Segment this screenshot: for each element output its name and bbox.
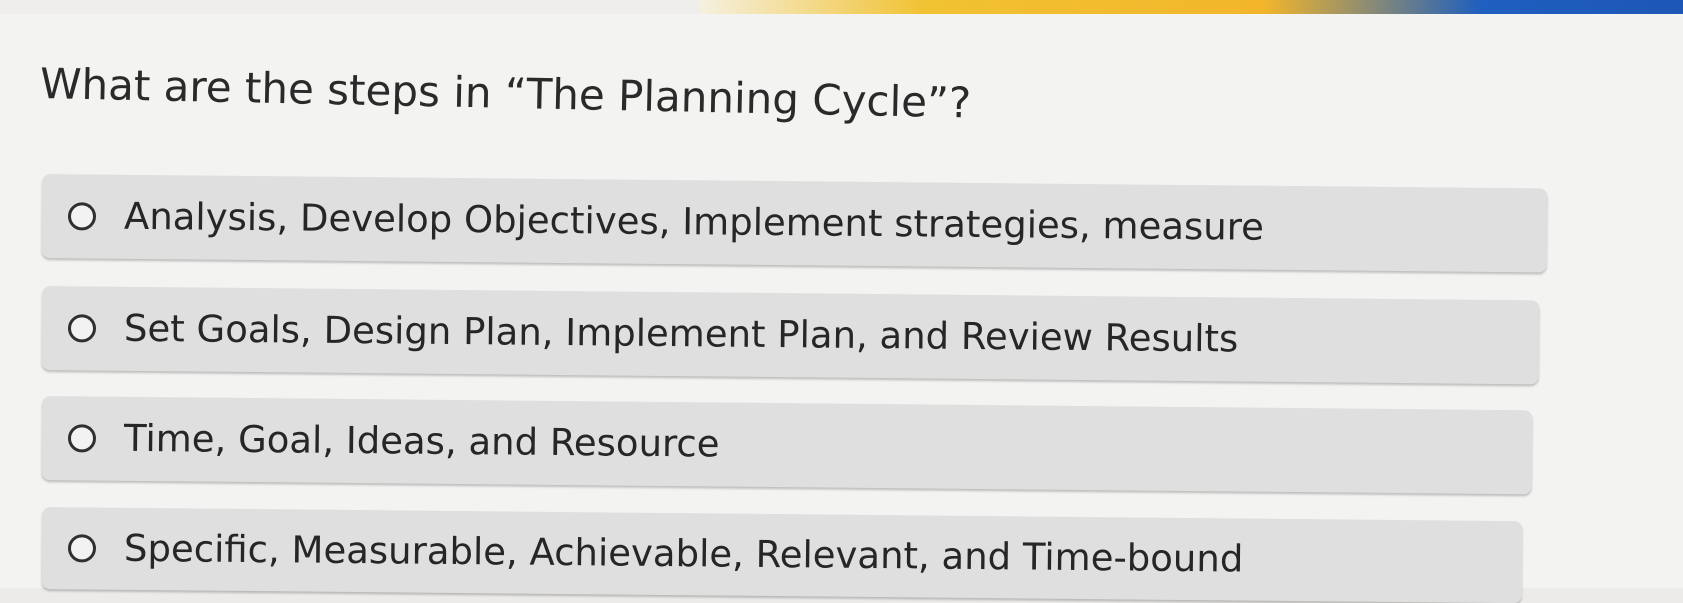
question-panel: What are the steps in “The Planning Cycl… <box>0 14 1683 603</box>
answer-option-label: Specific, Measurable, Achievable, Releva… <box>123 526 1244 581</box>
answer-option-2[interactable]: Set Goals, Design Plan, Implement Plan, … <box>41 286 1540 385</box>
answer-option-label: Set Goals, Design Plan, Implement Plan, … <box>123 306 1239 361</box>
radio-unselected-icon[interactable] <box>67 314 97 343</box>
radio-unselected-icon[interactable] <box>67 534 97 563</box>
answer-option-label: Analysis, Develop Objectives, Implement … <box>123 194 1265 249</box>
question-title: What are the steps in “The Planning Cycl… <box>39 59 972 128</box>
radio-unselected-icon[interactable] <box>67 424 97 453</box>
radio-unselected-icon[interactable] <box>67 202 97 231</box>
answer-option-label: Time, Goal, Ideas, and Resource <box>123 416 720 466</box>
answer-option-3[interactable]: Time, Goal, Ideas, and Resource <box>41 396 1533 495</box>
answer-option-1[interactable]: Analysis, Develop Objectives, Implement … <box>41 174 1548 273</box>
answer-option-4[interactable]: Specific, Measurable, Achievable, Releva… <box>41 507 1523 603</box>
